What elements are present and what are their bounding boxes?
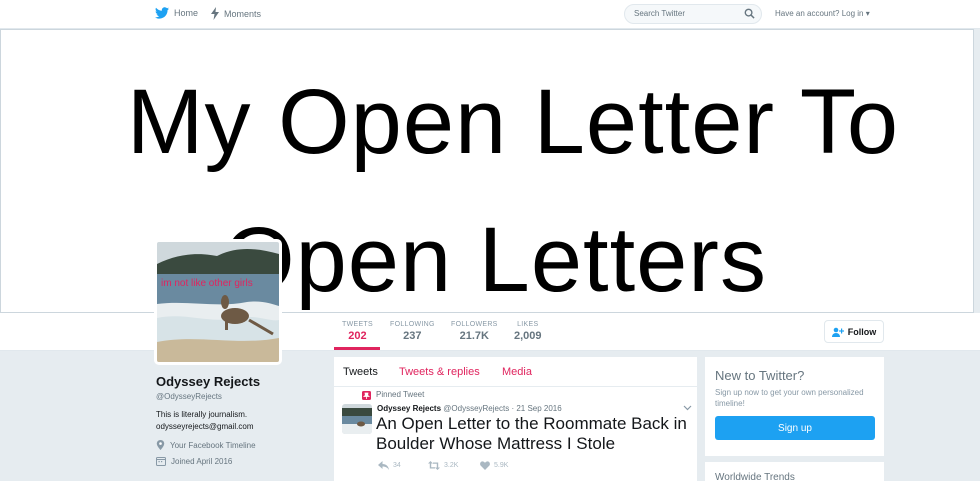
follow-button[interactable]: Follow bbox=[824, 320, 884, 343]
bio-email: odysseyrejects@gmail.com bbox=[156, 422, 254, 431]
like-count: 5.9K bbox=[494, 462, 509, 469]
nav-moments-label: Moments bbox=[224, 8, 262, 19]
bio-line: This is literally journalism. bbox=[156, 410, 248, 419]
avatar-image: im not like other girls bbox=[157, 242, 279, 362]
chevron-down-icon[interactable] bbox=[683, 405, 692, 411]
stat-value: 2,009 bbox=[514, 330, 542, 342]
tweet-header: Odyssey Rejects @OdysseyRejects · 21 Sep… bbox=[377, 404, 562, 413]
stat-followers[interactable]: FOLLOWERS 21.7K bbox=[451, 321, 498, 342]
retweet-action[interactable]: 3.2K bbox=[428, 461, 458, 470]
nav-home-label: Home bbox=[174, 8, 199, 18]
stat-label: FOLLOWING bbox=[390, 321, 435, 328]
nav-moments[interactable]: Moments bbox=[211, 7, 261, 20]
trends-module: Worldwide Trends bbox=[705, 462, 884, 481]
tweet-avatar-image bbox=[342, 404, 372, 434]
lightning-icon bbox=[211, 7, 219, 20]
tweet-handle[interactable]: @OdysseyRejects bbox=[443, 404, 509, 413]
stat-following[interactable]: FOLLOWING 237 bbox=[390, 321, 435, 342]
nav-home[interactable]: Home bbox=[155, 7, 198, 19]
calendar-icon bbox=[156, 457, 166, 466]
tweet-text: An Open Letter to the Roommate Back in B… bbox=[376, 414, 687, 453]
login-link[interactable]: Have an account? Log in ▾ bbox=[775, 9, 870, 18]
pinned-label: Pinned Tweet bbox=[376, 390, 425, 399]
location-pin-icon bbox=[156, 440, 165, 450]
add-user-icon bbox=[831, 327, 844, 337]
reply-count: 34 bbox=[393, 462, 401, 469]
stat-label: FOLLOWERS bbox=[451, 321, 498, 328]
signup-button[interactable]: Sign up bbox=[715, 416, 875, 440]
signup-title: New to Twitter? bbox=[715, 368, 805, 383]
search-input[interactable]: Search Twitter bbox=[624, 4, 762, 24]
pin-icon bbox=[362, 391, 371, 400]
avatar-caption: im not like other girls bbox=[161, 278, 253, 289]
stat-tweets[interactable]: TWEETS 202 bbox=[342, 321, 373, 342]
tweet-date[interactable]: · 21 Sep 2016 bbox=[511, 404, 561, 413]
tweet-author[interactable]: Odyssey Rejects bbox=[377, 404, 441, 413]
stat-label: TWEETS bbox=[342, 321, 373, 328]
banner-text-line1: My Open Letter To bbox=[126, 71, 900, 173]
location-label: Your Facebook Timeline bbox=[170, 440, 256, 450]
trends-title: Worldwide Trends bbox=[715, 472, 795, 481]
stat-likes[interactable]: LIKES 2,009 bbox=[514, 321, 542, 342]
profile-bio: This is literally journalism. odysseyrej… bbox=[156, 409, 253, 433]
follow-label: Follow bbox=[847, 326, 877, 337]
stat-value: 202 bbox=[348, 330, 367, 342]
active-tab-underline bbox=[334, 347, 380, 350]
tab-media[interactable]: Media bbox=[502, 366, 532, 378]
retweet-icon bbox=[428, 461, 440, 470]
signup-text: Sign up now to get your own personalized… bbox=[715, 388, 864, 408]
search-icon[interactable] bbox=[744, 8, 755, 19]
timeline: Tweets Tweets & replies Media Pinned Twe… bbox=[334, 357, 697, 481]
retweet-count: 3.2K bbox=[444, 462, 459, 469]
search-placeholder: Search Twitter bbox=[634, 9, 685, 18]
tab-tweets-replies[interactable]: Tweets & replies bbox=[399, 366, 480, 378]
joined-label: Joined April 2016 bbox=[171, 456, 233, 466]
reply-icon bbox=[378, 461, 389, 470]
stat-value: 21.7K bbox=[459, 330, 489, 342]
heart-icon bbox=[480, 461, 490, 470]
reply-action[interactable]: 34 bbox=[378, 461, 401, 470]
tab-tweets[interactable]: Tweets bbox=[343, 366, 378, 378]
timeline-tabs: Tweets Tweets & replies Media bbox=[334, 357, 697, 387]
tweet-avatar[interactable] bbox=[342, 404, 372, 434]
header-banner: My Open Letter To Open Letters bbox=[0, 29, 974, 313]
profile-location: Your Facebook Timeline bbox=[156, 440, 256, 450]
stat-label: LIKES bbox=[517, 321, 539, 328]
profile-handle[interactable]: @OdysseyRejects bbox=[156, 392, 222, 401]
like-action[interactable]: 5.9K bbox=[480, 461, 508, 470]
profile-name[interactable]: Odyssey Rejects bbox=[156, 374, 260, 389]
profile-joined: Joined April 2016 bbox=[156, 456, 232, 466]
avatar[interactable]: im not like other girls bbox=[154, 239, 282, 365]
stat-value: 237 bbox=[403, 330, 422, 342]
top-nav: Home Moments Search Twitter Have an acco… bbox=[0, 0, 980, 29]
signup-module: New to Twitter? Sign up now to get your … bbox=[705, 357, 884, 456]
twitter-bird-icon bbox=[155, 7, 169, 19]
